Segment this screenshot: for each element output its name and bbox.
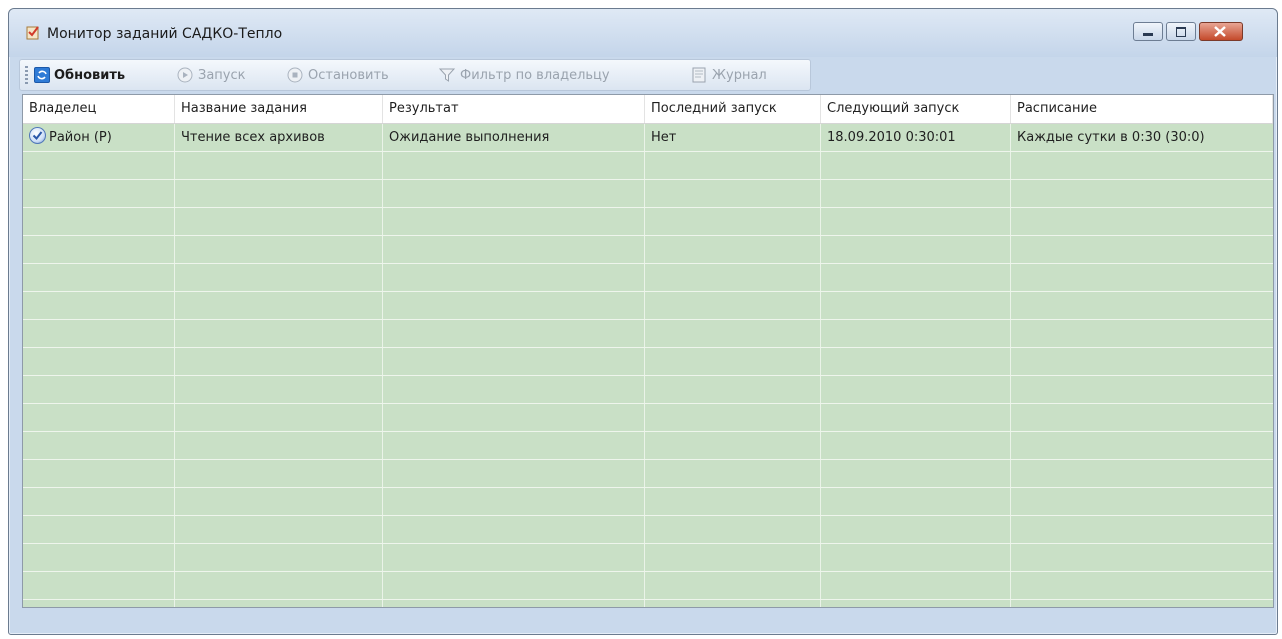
filter-label: Фильтр по владельцу	[460, 67, 610, 83]
cell-schedule: Каждые сутки в 0:30 (30:0)	[1017, 130, 1205, 145]
table-row[interactable]	[23, 404, 1273, 432]
filter-by-owner-button[interactable]: Фильтр по владельцу	[438, 64, 610, 86]
journal-button[interactable]: Журнал	[690, 64, 767, 86]
close-button[interactable]	[1199, 22, 1243, 41]
table-row[interactable]	[23, 208, 1273, 236]
close-icon	[1214, 26, 1226, 37]
app-window: Монитор заданий САДКО-Тепло Обновить Зап…	[8, 8, 1278, 635]
table-row[interactable]	[23, 572, 1273, 600]
toolbar-grip[interactable]	[25, 66, 28, 84]
cell-task-name: Чтение всех архивов	[181, 130, 325, 145]
tasks-table[interactable]: Владелец Название задания Результат Посл…	[22, 94, 1274, 608]
column-header-next-run[interactable]: Следующий запуск	[821, 95, 1011, 123]
app-icon	[26, 26, 39, 40]
table-row[interactable]: Район (Р) Чтение всех архивов Ожидание в…	[23, 124, 1273, 152]
table-row[interactable]	[23, 432, 1273, 460]
start-button[interactable]: Запуск	[176, 64, 246, 86]
column-header-owner[interactable]: Владелец	[23, 95, 175, 123]
column-header-schedule[interactable]: Расписание	[1011, 95, 1273, 123]
title-bar[interactable]: Монитор заданий САДКО-Тепло	[9, 9, 1277, 57]
maximize-button[interactable]	[1166, 22, 1196, 41]
table-row[interactable]	[23, 488, 1273, 516]
check-status-icon	[29, 127, 46, 144]
table-row[interactable]	[23, 460, 1273, 488]
journal-icon	[690, 66, 708, 84]
journal-label: Журнал	[712, 67, 767, 83]
table-row[interactable]	[23, 516, 1273, 544]
refresh-button[interactable]: Обновить	[34, 64, 125, 86]
table-row[interactable]	[23, 180, 1273, 208]
toolbar: Обновить Запуск Остановить Фильтр по вла…	[19, 59, 811, 91]
maximize-icon	[1176, 27, 1186, 37]
refresh-label: Обновить	[54, 67, 126, 83]
table-row[interactable]	[23, 376, 1273, 404]
filter-icon	[438, 66, 456, 84]
table-row[interactable]	[23, 348, 1273, 376]
table-row[interactable]	[23, 544, 1273, 572]
cell-owner: Район (Р)	[23, 124, 175, 151]
cell-last-run: Нет	[651, 130, 677, 145]
minimize-icon	[1143, 33, 1153, 36]
table-body: Район (Р) Чтение всех архивов Ожидание в…	[23, 124, 1273, 607]
stop-button[interactable]: Остановить	[286, 64, 389, 86]
column-header-last-run[interactable]: Последний запуск	[645, 95, 821, 123]
column-header-result[interactable]: Результат	[383, 95, 645, 123]
cell-result: Ожидание выполнения	[389, 130, 550, 145]
column-header-task-name[interactable]: Название задания	[175, 95, 383, 123]
stop-icon	[286, 66, 304, 84]
window-title: Монитор заданий САДКО-Тепло	[47, 26, 283, 42]
refresh-icon	[34, 67, 50, 83]
table-row[interactable]	[23, 152, 1273, 180]
table-row[interactable]	[23, 264, 1273, 292]
cell-next-run: 18.09.2010 0:30:01	[827, 130, 956, 145]
start-label: Запуск	[198, 67, 246, 83]
minimize-button[interactable]	[1133, 22, 1163, 41]
play-icon	[176, 66, 194, 84]
owner-value: Район (Р)	[49, 130, 112, 145]
table-row[interactable]	[23, 292, 1273, 320]
table-header: Владелец Название задания Результат Посл…	[23, 95, 1273, 124]
table-row[interactable]	[23, 236, 1273, 264]
table-row[interactable]	[23, 320, 1273, 348]
window-bottom-frame	[22, 609, 1272, 633]
stop-label: Остановить	[308, 67, 389, 83]
